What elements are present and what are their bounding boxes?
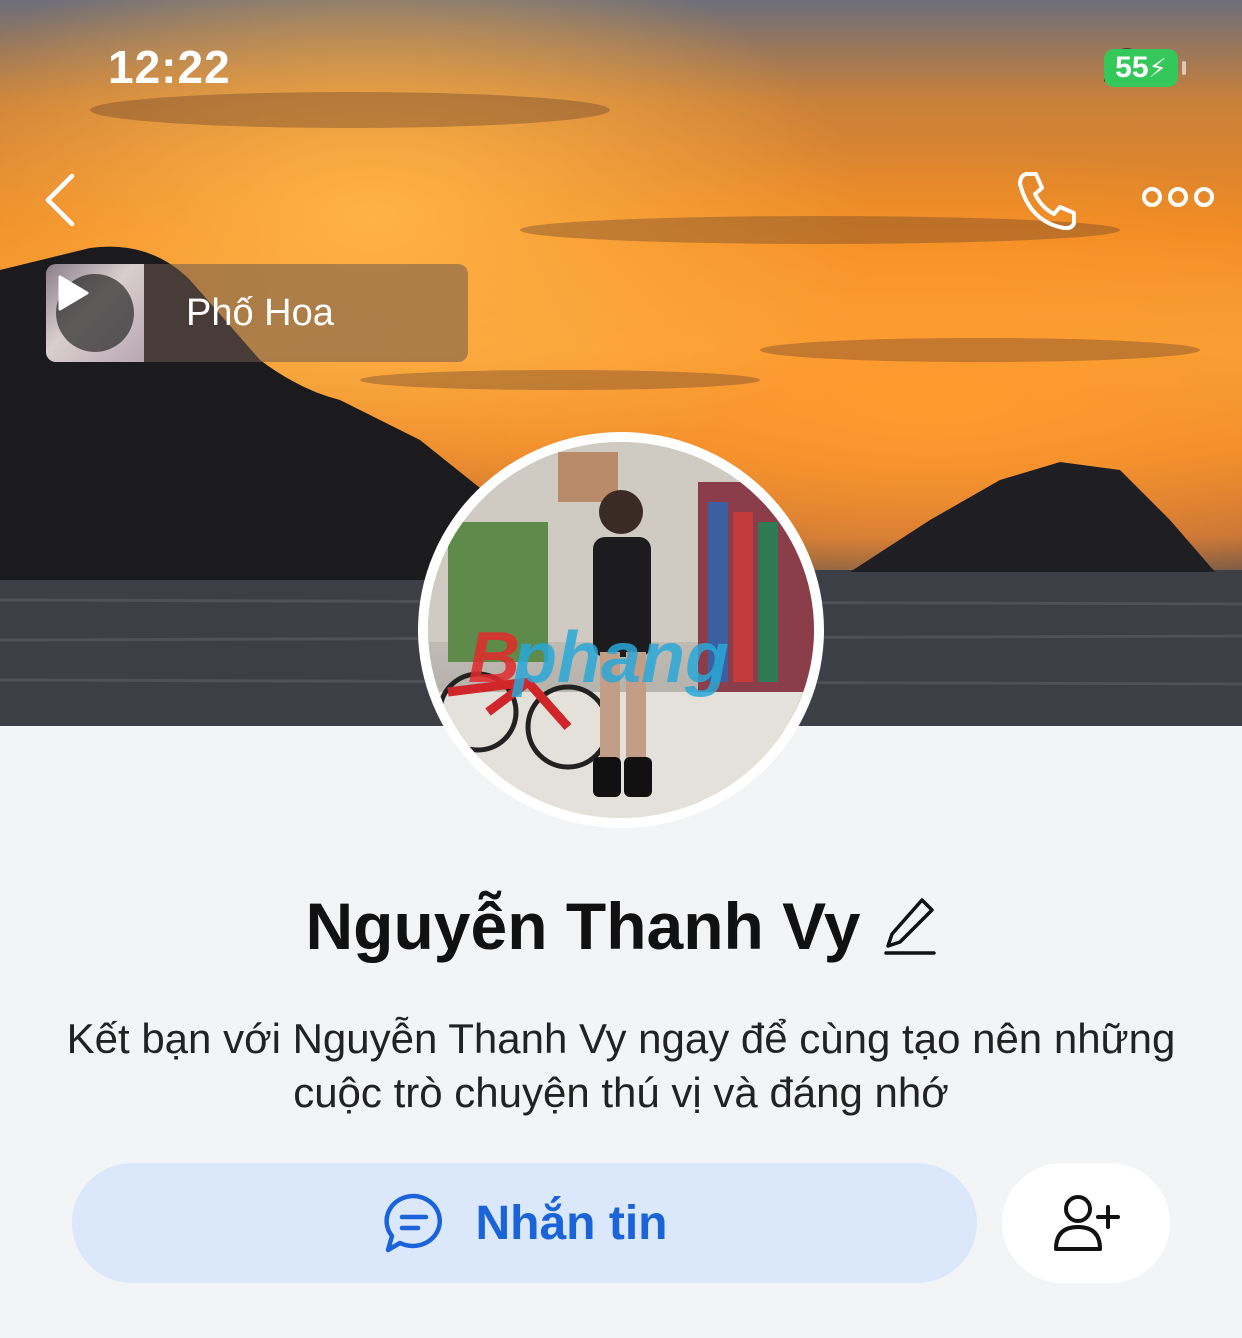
album-cover xyxy=(46,264,144,362)
battery-level: 55 xyxy=(1115,51,1149,84)
profile-description: Kết bạn với Nguyễn Thanh Vy ngay để cùng… xyxy=(66,1015,1176,1116)
battery-indicator: 55 ⚡ xyxy=(1104,49,1186,87)
chevron-left-icon xyxy=(45,173,75,227)
play-button[interactable] xyxy=(56,274,134,352)
avatar-scene: phang B xyxy=(428,442,814,818)
profile-name: Nguyễn Thanh Vy xyxy=(305,889,861,963)
music-title: Phố Hoa xyxy=(186,291,334,334)
svg-text:B: B xyxy=(468,618,520,698)
charging-icon: ⚡ xyxy=(1148,52,1167,83)
chat-bubble-icon xyxy=(383,1193,442,1253)
status-time: 12:22 xyxy=(108,41,231,93)
avatar[interactable]: phang B xyxy=(418,432,824,828)
add-friend-button[interactable] xyxy=(1002,1163,1170,1283)
message-button-label: Nhắn tin xyxy=(475,1196,668,1250)
call-button[interactable] xyxy=(1012,166,1082,236)
profile-name-row: Nguyễn Thanh Vy xyxy=(0,888,1242,964)
svg-text:phang: phang xyxy=(511,618,729,698)
phone-icon xyxy=(1018,172,1076,231)
add-user-icon xyxy=(1054,1195,1120,1251)
profile-music-player[interactable]: Phố Hoa xyxy=(46,264,468,362)
message-button[interactable]: Nhắn tin xyxy=(72,1163,977,1283)
play-icon xyxy=(58,275,89,311)
more-dots-icon xyxy=(1142,187,1214,207)
status-indicators: 55 ⚡ xyxy=(1104,48,1186,88)
pencil-icon[interactable] xyxy=(884,896,937,956)
more-options-button[interactable] xyxy=(1140,180,1216,214)
back-button[interactable] xyxy=(36,170,96,230)
avatar-photo: phang B xyxy=(428,442,814,818)
